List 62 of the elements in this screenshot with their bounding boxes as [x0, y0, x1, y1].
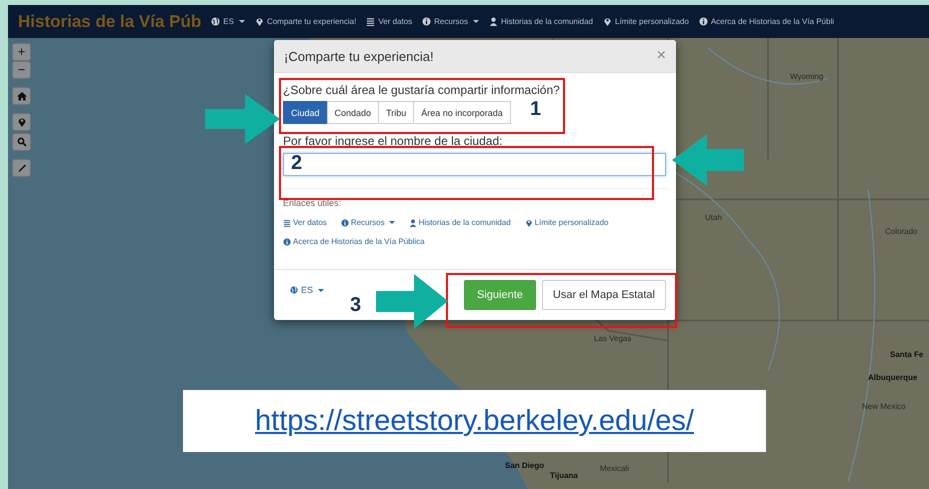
- measure-button[interactable]: [12, 159, 31, 177]
- person-icon: [488, 17, 498, 26]
- area-option-button[interactable]: Área no incorporada: [413, 101, 511, 124]
- caret-icon: [318, 288, 324, 292]
- nav-link[interactable]: Historias de la comunidad: [488, 17, 593, 26]
- city-input-field[interactable]: [283, 153, 666, 176]
- language-selector[interactable]: ES: [290, 285, 324, 295]
- person-icon: [408, 218, 417, 226]
- useful-link[interactable]: Recursos: [340, 218, 395, 227]
- dialog-title: ¡Comparte tu experiencia!: [284, 48, 434, 64]
- map-place-label: Mexicali: [600, 464, 629, 473]
- home-icon: [16, 91, 26, 101]
- useful-link[interactable]: Historias de la comunidad: [408, 218, 511, 227]
- pin-icon: [254, 17, 264, 26]
- globe-icon: [290, 286, 298, 294]
- location-button[interactable]: [12, 113, 31, 131]
- pin-icon: [603, 17, 612, 26]
- map-place-label: Tijuana: [550, 471, 578, 480]
- globe-icon: [211, 17, 220, 26]
- map-place-label: Santa Fe: [890, 350, 924, 359]
- step-number: 3: [350, 294, 362, 317]
- home-button[interactable]: [12, 87, 31, 105]
- links-heading: Enlaces útiles:: [283, 198, 342, 208]
- nav-link[interactable]: ES: [211, 17, 245, 26]
- nav-link[interactable]: Ver datos: [366, 17, 412, 26]
- nav-link[interactable]: Acerca de Historias de la Vía Públi: [698, 17, 834, 26]
- state-map-button[interactable]: Usar el Mapa Estatal: [542, 280, 666, 310]
- map-place-label: Wyoming: [790, 72, 824, 81]
- search-button[interactable]: [12, 133, 31, 151]
- list-icon: [283, 218, 291, 226]
- arrow-icon: [672, 134, 744, 186]
- info-icon: [422, 17, 432, 26]
- nav-link[interactable]: Recursos: [422, 17, 479, 26]
- nav-link[interactable]: Comparte tu experiencia!: [254, 17, 356, 26]
- arrow-icon: [376, 274, 448, 329]
- arrow-icon: [205, 94, 280, 144]
- area-option-button[interactable]: Condado: [326, 101, 380, 124]
- area-option-button[interactable]: Ciudad: [283, 101, 328, 124]
- info-icon: [283, 238, 291, 246]
- nav-link[interactable]: Límite personalizado: [603, 17, 689, 26]
- area-option-button[interactable]: Tribu: [378, 101, 414, 124]
- list-icon: [366, 17, 376, 26]
- question-label: ¿Sobre cuál área le gustaría compartir información?: [283, 83, 561, 97]
- useful-link[interactable]: Ver datos: [283, 218, 327, 227]
- map-place-label: Colorado: [885, 227, 918, 236]
- info-icon: [340, 218, 349, 226]
- zoom-out-button[interactable]: −: [12, 61, 31, 79]
- step-number: 1: [530, 98, 542, 121]
- zoom-in-button[interactable]: +: [12, 43, 31, 61]
- url-link[interactable]: https://streetstory.berkeley.edu/es/: [255, 404, 694, 438]
- pin-icon: [16, 117, 26, 127]
- step-number: 2: [291, 152, 302, 175]
- info-icon: [698, 17, 708, 26]
- pin-icon: [524, 218, 533, 226]
- input-label: Por favor ingrese el nombre de la ciudad:: [283, 134, 504, 148]
- useful-link[interactable]: Límite personalizado: [524, 218, 608, 227]
- useful-link[interactable]: Acerca de Historias de la Vía Pública: [283, 237, 425, 246]
- line-icon: [16, 163, 26, 173]
- map-place-label: Utah: [705, 213, 722, 222]
- map-place-label: San Diego: [505, 461, 544, 470]
- search-icon: [16, 137, 26, 147]
- map-place-label: Las Vegas: [594, 334, 632, 343]
